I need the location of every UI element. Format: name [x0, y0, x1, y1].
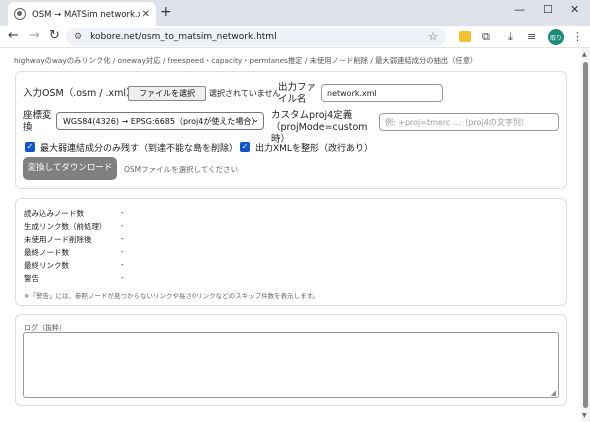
stat-label: 最終ノード数	[24, 248, 69, 257]
stat-label: 最終リンク数	[24, 261, 69, 270]
maximize-icon[interactable]: ☐	[543, 3, 553, 16]
warning-note: ※「警告」には、参照ノードが見つからないリンクや長さ0リンクなどのスキップ件数を…	[24, 292, 319, 300]
url-text: kobore.net/osm_to_matsim_network.html	[90, 32, 277, 42]
page-scrollbar[interactable]: ▲ ▼	[581, 48, 590, 422]
stat-label: 生成リンク数（前処理）	[24, 222, 107, 231]
site-settings-icon[interactable]: ⚙	[74, 32, 82, 42]
file-select-button[interactable]: ファイルを選択	[128, 86, 206, 101]
forward-icon[interactable]: →	[29, 28, 40, 43]
crs-select[interactable]: WGS84(4326) → EPSG:6685（proj4が使えた場合） ⌄	[56, 112, 264, 130]
tab-strip: OSM → MATSim network.xml 変換 ✕ + — ☐ ✕	[0, 0, 590, 26]
back-icon[interactable]: ←	[8, 28, 19, 43]
largest-component-label: 最大弱連結成分のみ残す（到達不能な島を削除）	[40, 144, 239, 154]
stat-value: -	[121, 221, 124, 230]
log-textarea[interactable]: ◢	[23, 332, 559, 398]
reload-icon[interactable]: ↻	[49, 28, 60, 43]
log-card: ログ（抜粋） ◢	[15, 314, 567, 406]
crs-label: 座標変換	[23, 110, 52, 133]
close-tab-icon[interactable]: ✕	[142, 9, 150, 20]
output-filename-input[interactable]	[321, 84, 443, 102]
stat-label: 未使用ノード削除後	[24, 235, 92, 244]
stat-value: -	[121, 208, 124, 217]
menu-icon[interactable]: ⋮	[572, 30, 583, 43]
globe-icon	[14, 8, 26, 20]
stat-value: -	[121, 247, 124, 256]
browser-toolbar: ← → ↻ ⚙ kobore.net/osm_to_matsim_network…	[0, 26, 590, 48]
output-filename-label: 出力ファイル名	[278, 82, 317, 105]
stats-card: 読み込みノード数 - 生成リンク数（前処理） - 未使用ノード削除後 - 最終ノ…	[15, 198, 567, 306]
reading-list-icon[interactable]: ≡	[527, 30, 536, 43]
file-status: 選択されていません	[209, 89, 281, 98]
bookmark-star-icon[interactable]: ☆	[428, 30, 438, 43]
download-icon[interactable]: ⤓	[508, 30, 513, 44]
extension-icon[interactable]	[459, 31, 471, 42]
chevron-down-icon: ⌄	[252, 115, 259, 124]
scroll-down-icon[interactable]: ▼	[582, 412, 587, 419]
scroll-up-icon[interactable]: ▲	[582, 51, 587, 58]
new-tab-button[interactable]: +	[160, 4, 172, 20]
avatar[interactable]: 取り	[548, 29, 564, 45]
tab-title: OSM → MATSim network.xml 変換	[32, 10, 140, 20]
resize-handle-icon[interactable]: ◢	[551, 389, 556, 397]
stat-label: 警告	[24, 274, 39, 283]
address-bar[interactable]: ⚙ kobore.net/osm_to_matsim_network.html …	[66, 28, 446, 46]
pretty-xml-label: 出力XMLを整形（改行あり）	[255, 144, 373, 154]
input-card: 入力OSM（.osm / .xml） ファイルを選択 選択されていません 出力フ…	[15, 71, 567, 189]
stat-value: -	[121, 260, 124, 269]
proj4-input[interactable]	[379, 113, 559, 131]
browser-tab[interactable]: OSM → MATSim network.xml 変換 ✕	[8, 2, 156, 26]
scrollbar-thumb[interactable]	[583, 62, 588, 408]
extensions-icon[interactable]: ⧉	[482, 30, 490, 44]
minimize-icon[interactable]: —	[514, 3, 525, 16]
feature-summary: highwayのwayのみリンク化 / oneway対応 / freespeed…	[14, 56, 478, 65]
status-hint: OSMファイルを選択してください	[124, 165, 239, 174]
largest-component-checkbox[interactable]: ✓	[25, 142, 35, 152]
crs-selected-value: WGS84(4326) → EPSG:6685（proj4が使えた場合）	[63, 117, 260, 126]
convert-download-button[interactable]: 変換してダウンロード	[23, 157, 117, 180]
close-window-icon[interactable]: ✕	[570, 3, 579, 16]
osm-input-label: 入力OSM（.osm / .xml）	[23, 88, 136, 99]
pretty-xml-checkbox[interactable]: ✓	[240, 142, 250, 152]
stat-value: -	[121, 273, 124, 282]
stat-value: -	[121, 234, 124, 243]
stat-label: 読み込みノード数	[24, 209, 84, 218]
